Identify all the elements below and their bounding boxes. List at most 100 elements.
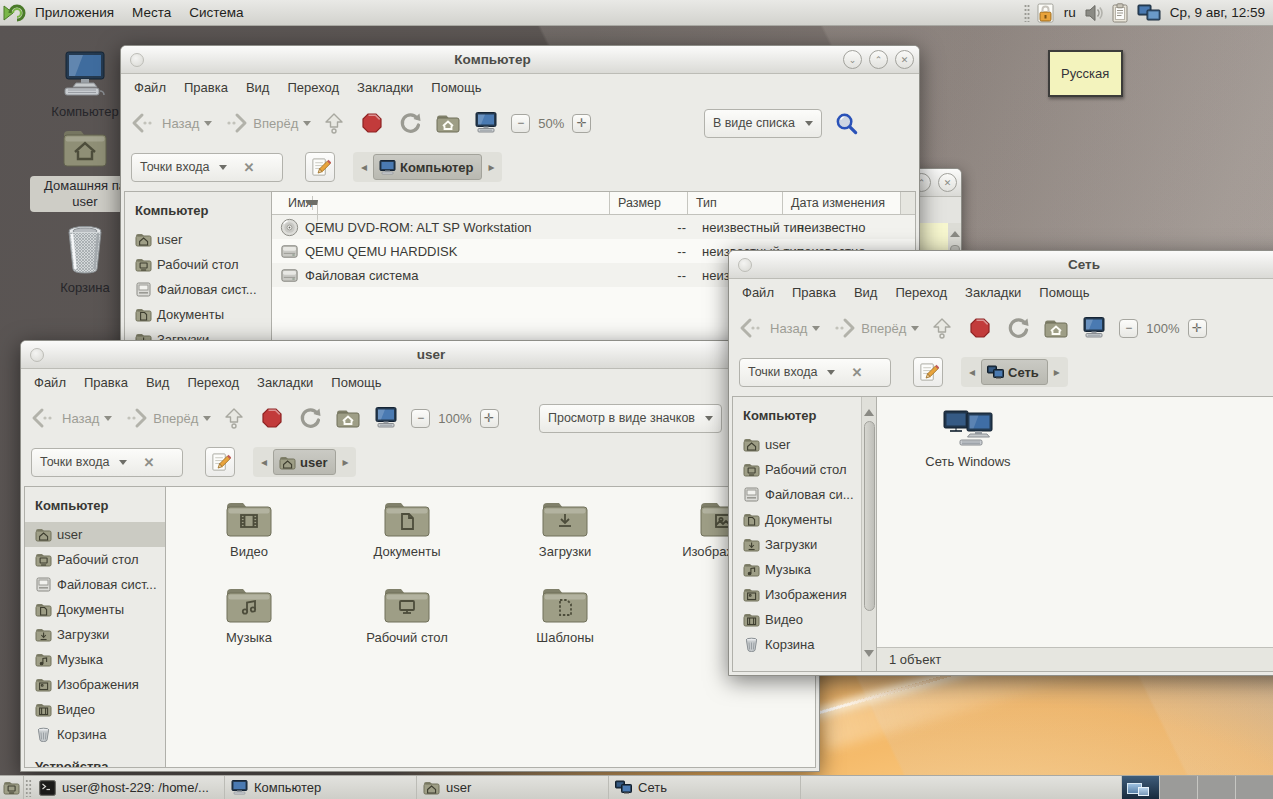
menu-item[interactable]: Вид (237, 75, 279, 100)
zoom-in-button[interactable]: ✛ (480, 409, 499, 428)
sidebar-item[interactable]: user (25, 522, 165, 547)
clock[interactable]: Ср, 9 авг, 12:59 (1170, 5, 1265, 20)
reload-button[interactable] (297, 405, 323, 431)
file-icon-item[interactable]: Видео (170, 497, 328, 583)
menu-item[interactable]: Файл (733, 280, 783, 305)
sidebar-item[interactable]: Видео (25, 697, 165, 722)
sidebar-item[interactable]: Музыка (733, 557, 861, 582)
sidebar-item[interactable]: Файловая си... (733, 482, 861, 507)
menu-item[interactable]: Помощь (422, 75, 490, 100)
zoom-in-button[interactable]: ✛ (572, 114, 591, 133)
menu-item[interactable]: Помощь (1030, 280, 1098, 305)
file-icon-item[interactable]: Рабочий стол (328, 583, 486, 669)
view-mode-select[interactable]: Просмотр в виде значков (539, 404, 722, 433)
menu-item[interactable]: Помощь (322, 370, 390, 395)
titlebar[interactable]: Компьютер ⌄ ⌃ ✕ (121, 46, 919, 74)
minimize-button[interactable]: ⌄ (843, 50, 862, 69)
search-button[interactable] (834, 111, 859, 136)
taskbar-window-button[interactable]: user@host-229: /home/... (33, 776, 225, 799)
places-select[interactable]: Точки входа✕ (131, 153, 283, 182)
file-icon-item[interactable]: Документы (328, 497, 486, 583)
zoom-out-button[interactable]: − (511, 114, 530, 133)
menu-logo[interactable] (2, 2, 26, 24)
keyboard-layout-label[interactable]: ru (1064, 5, 1076, 20)
forward-button[interactable]: Вперёд (122, 406, 211, 430)
breadcrumb-current[interactable]: user (273, 449, 336, 475)
crumb-right-arrow[interactable]: ▸ (482, 154, 500, 180)
menu-item[interactable]: Файл (25, 370, 75, 395)
edit-location-button[interactable] (305, 152, 335, 182)
keyboard-indicator-icon[interactable] (1035, 2, 1057, 24)
home-button[interactable] (435, 110, 461, 136)
sidebar-item[interactable]: Корзина (733, 632, 861, 657)
up-button[interactable] (929, 315, 955, 341)
zoom-out-button[interactable]: − (1119, 319, 1138, 338)
forward-button[interactable]: Вперёд (830, 316, 919, 340)
stop-button[interactable] (967, 315, 993, 341)
up-button[interactable] (221, 405, 247, 431)
menu-item[interactable]: Правка (75, 370, 137, 395)
sidebar-item[interactable]: user (125, 227, 271, 252)
titlebar[interactable]: Сеть (729, 251, 1273, 279)
menu-applications[interactable]: Приложения (26, 0, 123, 25)
back-button[interactable]: Назад (739, 316, 820, 340)
crumb-right-arrow[interactable]: ▸ (336, 449, 354, 475)
sidebar-item[interactable]: Рабочий стол (25, 547, 165, 572)
network-icon[interactable] (1137, 2, 1161, 24)
menu-item[interactable]: Файл (125, 75, 175, 100)
file-icon-item[interactable]: Сеть Windows (889, 407, 1047, 493)
workspace-cell[interactable] (1121, 776, 1159, 799)
menu-item[interactable]: Закладки (956, 280, 1030, 305)
sidebar-item[interactable]: Файловая сист... (25, 572, 165, 597)
crumb-left-arrow[interactable]: ◂ (963, 359, 981, 385)
show-desktop-button[interactable] (0, 776, 24, 799)
file-row[interactable]: QEMU DVD-ROM: ALT SP Workstation--неизве… (272, 215, 915, 239)
file-icon-item[interactable]: Музыка (170, 583, 328, 669)
menu-item[interactable]: Переход (278, 75, 348, 100)
column-date[interactable]: Дата изменения (783, 192, 901, 214)
edit-location-button[interactable] (913, 357, 943, 387)
back-button[interactable]: Назад (131, 111, 212, 135)
sidebar-item[interactable]: Загрузки (25, 622, 165, 647)
crumb-left-arrow[interactable]: ◂ (255, 449, 273, 475)
stop-button[interactable] (359, 110, 385, 136)
sidebar-item[interactable]: Рабочий стол (125, 252, 271, 277)
reload-button[interactable] (397, 110, 423, 136)
sidebar-item[interactable]: Корзина (25, 722, 165, 747)
sidebar-item[interactable]: Изображения (733, 582, 861, 607)
workspace-cell[interactable] (1197, 776, 1235, 799)
sidebar-item[interactable]: Рабочий стол (733, 457, 861, 482)
view-mode-select[interactable]: В виде списка (704, 109, 822, 138)
zoom-out-button[interactable]: − (411, 409, 430, 428)
sidebar-item[interactable]: Документы (733, 507, 861, 532)
sidebar-item[interactable]: Загрузки (733, 532, 861, 557)
home-button[interactable] (335, 405, 361, 431)
taskbar-window-button[interactable]: Сеть (609, 776, 801, 799)
column-name[interactable]: Имя (272, 192, 610, 214)
sidebar-item[interactable]: Музыка (25, 647, 165, 672)
clipboard-icon[interactable] (1111, 2, 1131, 24)
menu-item[interactable]: Переход (178, 370, 248, 395)
home-button[interactable] (1043, 315, 1069, 341)
forward-button[interactable]: Вперёд (222, 111, 311, 135)
breadcrumb-current[interactable]: Сеть (981, 359, 1048, 385)
sidebar-item[interactable]: Файловая сист... (125, 277, 271, 302)
crumb-right-arrow[interactable]: ▸ (1048, 359, 1066, 385)
stop-button[interactable] (259, 405, 285, 431)
column-type[interactable]: Тип (688, 192, 783, 214)
menu-item[interactable]: Переход (886, 280, 956, 305)
menu-item[interactable]: Закладки (348, 75, 422, 100)
crumb-left-arrow[interactable]: ◂ (355, 154, 373, 180)
sidebar-item[interactable]: Изображения (25, 672, 165, 697)
close-button[interactable]: ✕ (938, 173, 957, 192)
column-size[interactable]: Размер (610, 192, 688, 214)
file-icon-item[interactable]: Шаблоны (486, 583, 644, 669)
taskbar-window-button[interactable]: user (417, 776, 609, 799)
menu-system[interactable]: Система (180, 0, 252, 25)
menu-item[interactable]: Вид (845, 280, 887, 305)
sidebar-item[interactable]: user (733, 432, 861, 457)
sidebar-item[interactable]: Видео (733, 607, 861, 632)
file-icon-item[interactable]: Загрузки (486, 497, 644, 583)
back-button[interactable]: Назад (31, 406, 112, 430)
titlebar[interactable]: user (21, 341, 819, 369)
